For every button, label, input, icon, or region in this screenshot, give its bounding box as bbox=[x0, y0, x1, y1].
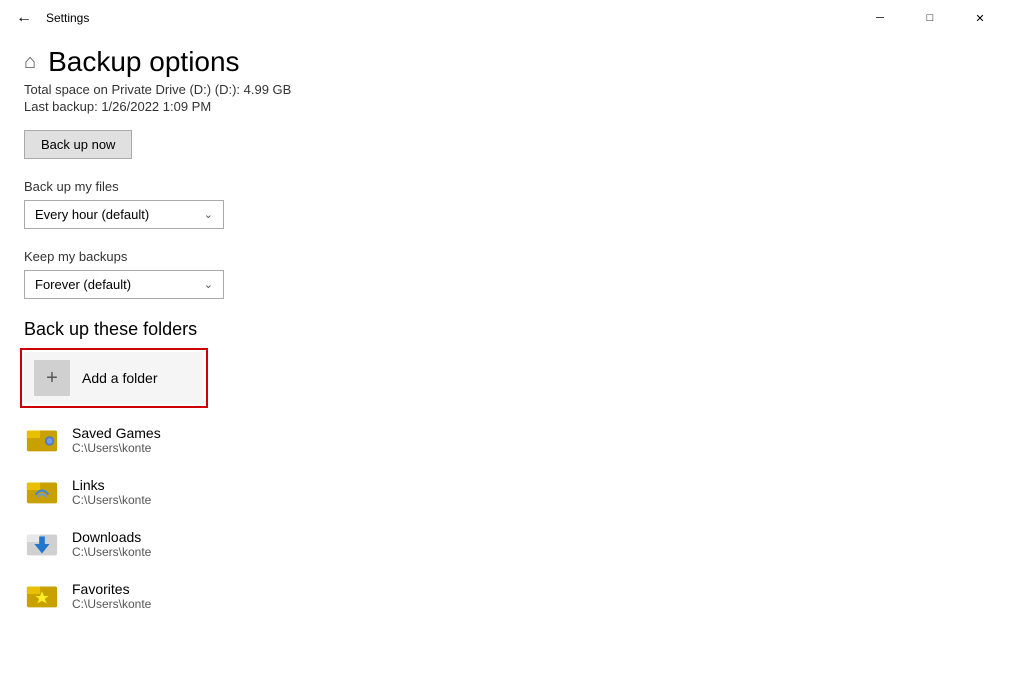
folder-info: Links C:\Users\konte bbox=[72, 477, 151, 507]
folder-path: C:\Users\konte bbox=[72, 545, 151, 559]
folder-list: Saved Games C:\Users\konte Links C:\Us bbox=[24, 414, 991, 622]
backup-frequency-selected: Every hour (default) bbox=[35, 207, 149, 222]
favorites-icon bbox=[24, 578, 60, 614]
keep-backups-section: Keep my backups Forever (default) ⌄ bbox=[24, 249, 991, 299]
folder-path: C:\Users\konte bbox=[72, 441, 161, 455]
chevron-down-icon: ⌄ bbox=[204, 278, 213, 291]
folder-path: C:\Users\konte bbox=[72, 597, 151, 611]
close-button[interactable]: ✕ bbox=[957, 2, 1003, 34]
folder-path: C:\Users\konte bbox=[72, 493, 151, 507]
title-bar-title: Settings bbox=[46, 11, 89, 25]
keep-backups-dropdown[interactable]: Forever (default) ⌄ bbox=[24, 270, 224, 299]
page-header: ⌂ Backup options bbox=[24, 46, 991, 78]
title-bar: ← Settings ─ □ ✕ bbox=[0, 0, 1015, 36]
home-icon: ⌂ bbox=[24, 51, 36, 74]
plus-icon: + bbox=[34, 360, 70, 396]
minimize-button[interactable]: ─ bbox=[857, 2, 903, 34]
keep-backups-selected: Forever (default) bbox=[35, 277, 131, 292]
folder-name: Links bbox=[72, 477, 151, 493]
keep-backups-label: Keep my backups bbox=[24, 249, 991, 264]
list-item: Favorites C:\Users\konte bbox=[24, 570, 991, 622]
folder-name: Saved Games bbox=[72, 425, 161, 441]
maximize-button[interactable]: □ bbox=[907, 2, 953, 34]
folder-name: Downloads bbox=[72, 529, 151, 545]
links-icon bbox=[24, 474, 60, 510]
add-folder-label: Add a folder bbox=[82, 370, 158, 386]
folder-name: Favorites bbox=[72, 581, 151, 597]
page-title: Backup options bbox=[48, 46, 239, 78]
downloads-icon bbox=[24, 526, 60, 562]
last-backup-text: Last backup: 1/26/2022 1:09 PM bbox=[24, 99, 991, 114]
main-content: ⌂ Backup options Total space on Private … bbox=[0, 36, 1015, 646]
folders-section-title: Back up these folders bbox=[24, 319, 991, 340]
title-bar-controls: ─ □ ✕ bbox=[857, 2, 1003, 34]
folder-info: Saved Games C:\Users\konte bbox=[72, 425, 161, 455]
list-item: Saved Games C:\Users\konte bbox=[24, 414, 991, 466]
folder-info: Favorites C:\Users\konte bbox=[72, 581, 151, 611]
backup-frequency-section: Back up my files Every hour (default) ⌄ bbox=[24, 179, 991, 229]
folders-section: Back up these folders + Add a folder Sav… bbox=[24, 319, 991, 622]
backup-frequency-label: Back up my files bbox=[24, 179, 991, 194]
total-space-text: Total space on Private Drive (D:) (D:): … bbox=[24, 82, 991, 97]
list-item: Links C:\Users\konte bbox=[24, 466, 991, 518]
add-folder-button[interactable]: + Add a folder bbox=[24, 352, 204, 404]
backup-frequency-dropdown[interactable]: Every hour (default) ⌄ bbox=[24, 200, 224, 229]
chevron-down-icon: ⌄ bbox=[204, 208, 213, 221]
folder-info: Downloads C:\Users\konte bbox=[72, 529, 151, 559]
saved-games-icon bbox=[24, 422, 60, 458]
back-button[interactable]: ← bbox=[12, 5, 36, 31]
list-item: Downloads C:\Users\konte bbox=[24, 518, 991, 570]
backup-now-button[interactable]: Back up now bbox=[24, 130, 132, 159]
